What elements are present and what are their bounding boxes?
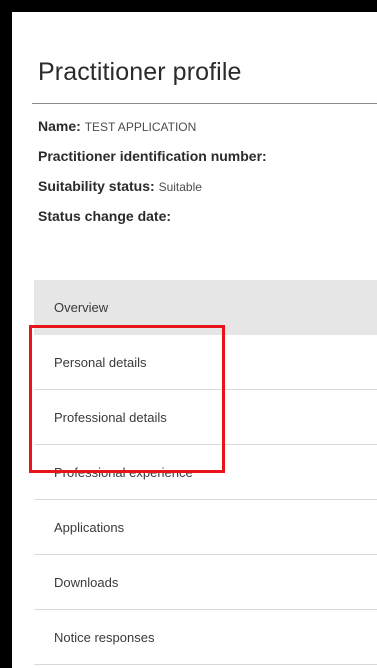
name-row: Name: TEST APPLICATION — [38, 118, 196, 134]
pin-label: Practitioner identification number: — [38, 148, 267, 164]
profile-nav: Overview Personal details Professional d… — [34, 280, 377, 665]
name-label: Name: — [38, 118, 81, 134]
nav-item-overview[interactable]: Overview — [34, 280, 377, 335]
name-value: TEST APPLICATION — [84, 120, 197, 134]
suitability-row: Suitability status: Suitable — [38, 178, 202, 194]
status-date-row: Status change date: — [38, 208, 171, 224]
nav-item-professional-experience[interactable]: Professional experience — [34, 445, 377, 500]
nav-item-personal-details[interactable]: Personal details — [34, 335, 377, 390]
pin-row: Practitioner identification number: — [38, 148, 267, 164]
nav-item-professional-details[interactable]: Professional details — [34, 390, 377, 445]
page-title: Practitioner profile — [38, 58, 242, 86]
title-divider — [32, 103, 377, 104]
nav-item-applications[interactable]: Applications — [34, 500, 377, 555]
profile-panel: Practitioner profile Name: TEST APPLICAT… — [12, 12, 377, 668]
suitability-value: Suitable — [158, 180, 202, 194]
status-date-label: Status change date: — [38, 208, 172, 224]
nav-item-notice-responses[interactable]: Notice responses — [34, 610, 377, 665]
nav-item-downloads[interactable]: Downloads — [34, 555, 377, 610]
suitability-label: Suitability status: — [38, 178, 155, 194]
